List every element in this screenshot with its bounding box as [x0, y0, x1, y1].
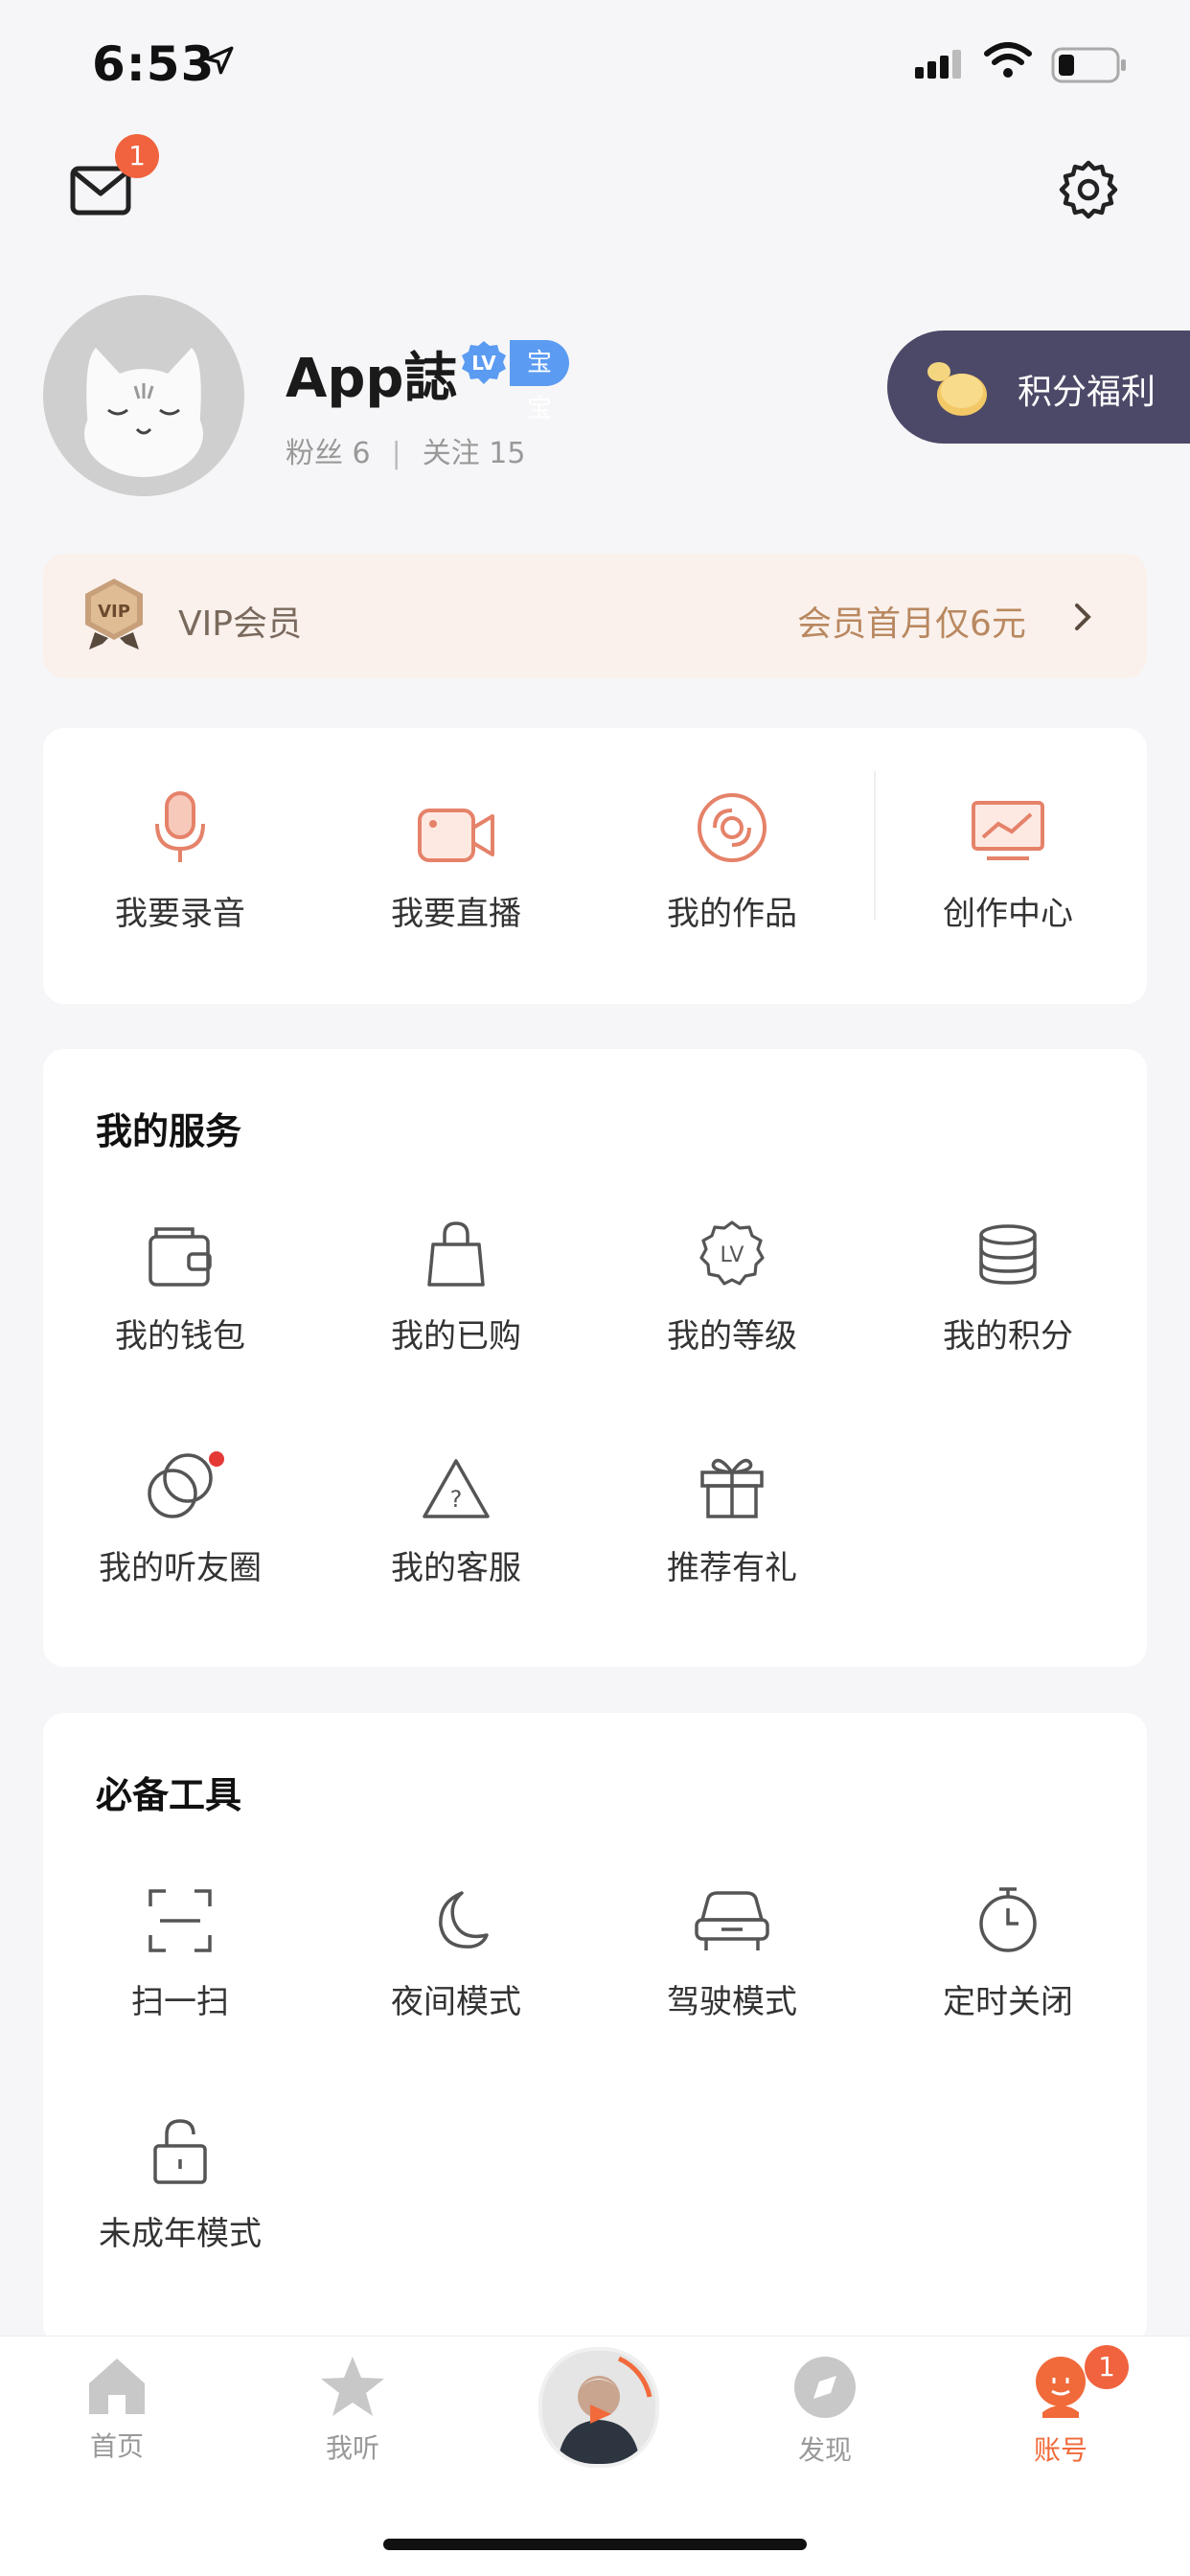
- creator-center-button[interactable]: 创作中心: [903, 786, 1113, 934]
- vip-badge-icon: VIP: [85, 579, 143, 650]
- wifi-icon: [984, 42, 1032, 78]
- scan-button[interactable]: 扫一扫: [75, 1887, 286, 2022]
- user-name[interactable]: App誌: [286, 335, 458, 413]
- settings-gear-icon[interactable]: [1058, 159, 1119, 220]
- stats-divider: |: [391, 437, 401, 470]
- star-icon: [321, 2357, 384, 2416]
- night-mode-button[interactable]: 夜间模式: [351, 1887, 561, 2022]
- follow-stats: 粉丝 6 | 关注 15: [286, 429, 525, 471]
- mail-badge: 1: [115, 134, 159, 178]
- purchased-button[interactable]: 我的已购: [351, 1221, 561, 1356]
- signal-icon: [915, 50, 961, 79]
- vip-title: VIP会员: [178, 604, 302, 644]
- tab-account-label: 账号: [1033, 2434, 1087, 2466]
- gift-icon: [700, 1458, 764, 1518]
- customer-service-label: 我的客服: [391, 1549, 521, 1587]
- tab-listen[interactable]: 我听: [276, 2355, 429, 2466]
- gold-coins-icon: [927, 362, 987, 416]
- now-playing-avatar-icon: [542, 2351, 655, 2464]
- level-label: 宝宝: [510, 340, 570, 423]
- listener-circle-label: 我的听友圈: [99, 1549, 262, 1587]
- wallet-icon: [149, 1227, 212, 1287]
- tab-discover-label: 发现: [797, 2434, 852, 2466]
- svg-text:?: ?: [450, 1486, 463, 1513]
- avatar[interactable]: [43, 295, 244, 496]
- account-badge: 1: [1085, 2345, 1129, 2389]
- timer-icon: [979, 1887, 1037, 1952]
- vip-offer: 会员首月仅6元: [797, 604, 1026, 644]
- microphone-icon: [155, 791, 205, 862]
- customer-service-button[interactable]: ? 我的客服: [351, 1453, 561, 1588]
- account-icon: [1036, 2357, 1086, 2418]
- cat-avatar-icon: [84, 348, 203, 477]
- driving-mode-button[interactable]: 驾驶模式: [627, 1887, 837, 2022]
- referral-gift-button[interactable]: 推荐有礼: [627, 1453, 837, 1588]
- night-mode-label: 夜间模式: [391, 1983, 521, 2021]
- sleep-timer-label: 定时关闭: [943, 1983, 1073, 2021]
- shopping-bag-icon: [427, 1221, 485, 1287]
- level-badge-text: LV: [471, 352, 496, 375]
- creator-divider: [874, 771, 876, 920]
- tab-home[interactable]: 首页: [40, 2355, 194, 2464]
- minor-mode-label: 未成年模式: [99, 2215, 262, 2253]
- services-title: 我的服务: [96, 1110, 242, 1152]
- wallet-button[interactable]: 我的钱包: [75, 1221, 286, 1356]
- scan-label: 扫一扫: [131, 1983, 229, 2021]
- points-welfare-label: 积分福利: [1018, 373, 1156, 412]
- record-audio-label: 我要录音: [115, 895, 245, 933]
- listener-circle-dot: [209, 1451, 224, 1467]
- moon-icon: [439, 1891, 489, 1949]
- level-badge-icon: LV: [699, 1220, 765, 1286]
- monitor-chart-icon: [972, 801, 1044, 860]
- tab-discover[interactable]: 发现: [748, 2355, 902, 2468]
- record-audio-button[interactable]: 我要录音: [75, 786, 286, 934]
- creator-center-label: 创作中心: [943, 895, 1073, 933]
- disc-icon: [698, 793, 767, 862]
- video-camera-icon: [418, 809, 494, 862]
- level-button[interactable]: LV 我的等级: [627, 1220, 837, 1356]
- fans-link[interactable]: 粉丝 6: [286, 429, 371, 471]
- car-icon: [695, 1891, 769, 1950]
- scan-icon: [149, 1889, 212, 1952]
- circles-icon: [148, 1453, 213, 1518]
- points-label: 我的积分: [943, 1317, 1073, 1356]
- live-stream-button[interactable]: 我要直播: [351, 786, 561, 934]
- warning-triangle-icon: ?: [423, 1459, 490, 1518]
- unlock-icon: [153, 2119, 207, 2184]
- location-arrow-icon: [205, 46, 234, 75]
- home-icon: [89, 2359, 145, 2414]
- vip-badge-text: VIP: [98, 602, 130, 622]
- tab-listen-label: 我听: [325, 2432, 379, 2464]
- driving-mode-label: 驾驶模式: [667, 1983, 797, 2021]
- wallet-label: 我的钱包: [115, 1317, 245, 1356]
- status-time: 6:53: [92, 36, 216, 92]
- my-works-button[interactable]: 我的作品: [627, 786, 837, 934]
- chevron-right-icon: [1075, 604, 1091, 630]
- compass-icon: [794, 2357, 856, 2418]
- level-seal-icon: LV: [462, 341, 506, 384]
- listener-circle-button[interactable]: 我的听友圈: [75, 1451, 286, 1588]
- following-link[interactable]: 关注 15: [423, 429, 526, 471]
- svg-text:LV: LV: [721, 1243, 744, 1267]
- sleep-timer-button[interactable]: 定时关闭: [903, 1887, 1113, 2022]
- tab-home-label: 首页: [89, 2430, 144, 2462]
- purchased-label: 我的已购: [391, 1317, 521, 1356]
- home-indicator[interactable]: [383, 2539, 807, 2550]
- tools-title: 必备工具: [96, 1774, 242, 1816]
- points-button[interactable]: 我的积分: [903, 1221, 1113, 1356]
- status-bar: 6:53: [0, 0, 1190, 125]
- live-stream-label: 我要直播: [391, 895, 521, 933]
- battery-icon: [1051, 47, 1126, 83]
- minor-mode-button[interactable]: 未成年模式: [75, 2119, 286, 2254]
- coins-stack-icon: [979, 1224, 1037, 1285]
- level-label: 我的等级: [667, 1317, 797, 1356]
- my-works-label: 我的作品: [667, 895, 797, 933]
- now-playing-button[interactable]: [538, 2347, 659, 2468]
- referral-gift-label: 推荐有礼: [667, 1549, 797, 1587]
